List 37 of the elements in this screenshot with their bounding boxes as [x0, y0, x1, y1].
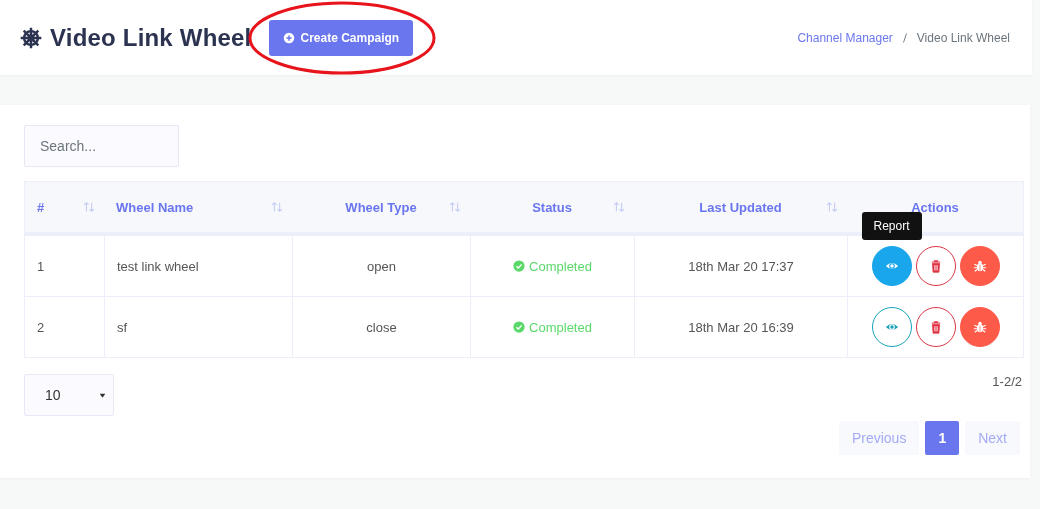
page-size-select[interactable]: 10 [24, 374, 114, 416]
breadcrumb-link[interactable]: Channel Manager [797, 30, 893, 45]
table-cell: 18th Mar 20 16:39 [688, 319, 794, 335]
breadcrumb-current: Video Link Wheel [916, 30, 1010, 45]
bug-icon [972, 259, 987, 273]
debug-button[interactable] [959, 307, 1000, 347]
delete-button[interactable] [915, 246, 956, 286]
view-button[interactable] [871, 307, 912, 347]
table-cell: close [366, 319, 397, 335]
range-text: 1-2/2 [992, 374, 1022, 389]
table-cell: sf [117, 319, 128, 335]
check-circle-icon [513, 321, 526, 333]
wheel-icon [20, 26, 42, 49]
view-button[interactable] [871, 246, 912, 286]
column-header[interactable]: Last Updated [699, 199, 782, 215]
column-header[interactable]: Actions [911, 199, 959, 215]
status-text: Completed [529, 258, 592, 274]
debug-button[interactable] [959, 246, 1000, 286]
column-header[interactable]: Wheel Type [345, 199, 417, 215]
table-cell: 18th Mar 20 17:37 [688, 258, 794, 274]
column-header[interactable]: # [37, 199, 45, 215]
delete-button[interactable] [915, 307, 956, 347]
table-cell: 2 [37, 319, 45, 335]
plus-circle-icon [283, 31, 296, 44]
column-header[interactable]: Wheel Name [116, 199, 194, 215]
column-header[interactable]: Status [532, 199, 572, 215]
table-cell: 1 [37, 258, 45, 274]
check-circle-icon [513, 260, 526, 272]
table-cell: open [367, 258, 396, 274]
tooltip: Report [861, 212, 922, 240]
search-field[interactable]: Search... [24, 125, 179, 167]
create-campaign-button[interactable]: Create Campaign [269, 19, 414, 56]
status-text: Completed [529, 319, 592, 335]
page-title: Video Link Wheel [50, 23, 252, 52]
page-button[interactable]: 1 [925, 421, 960, 455]
table-cell: test link wheel [117, 258, 199, 274]
bug-icon [972, 320, 987, 334]
